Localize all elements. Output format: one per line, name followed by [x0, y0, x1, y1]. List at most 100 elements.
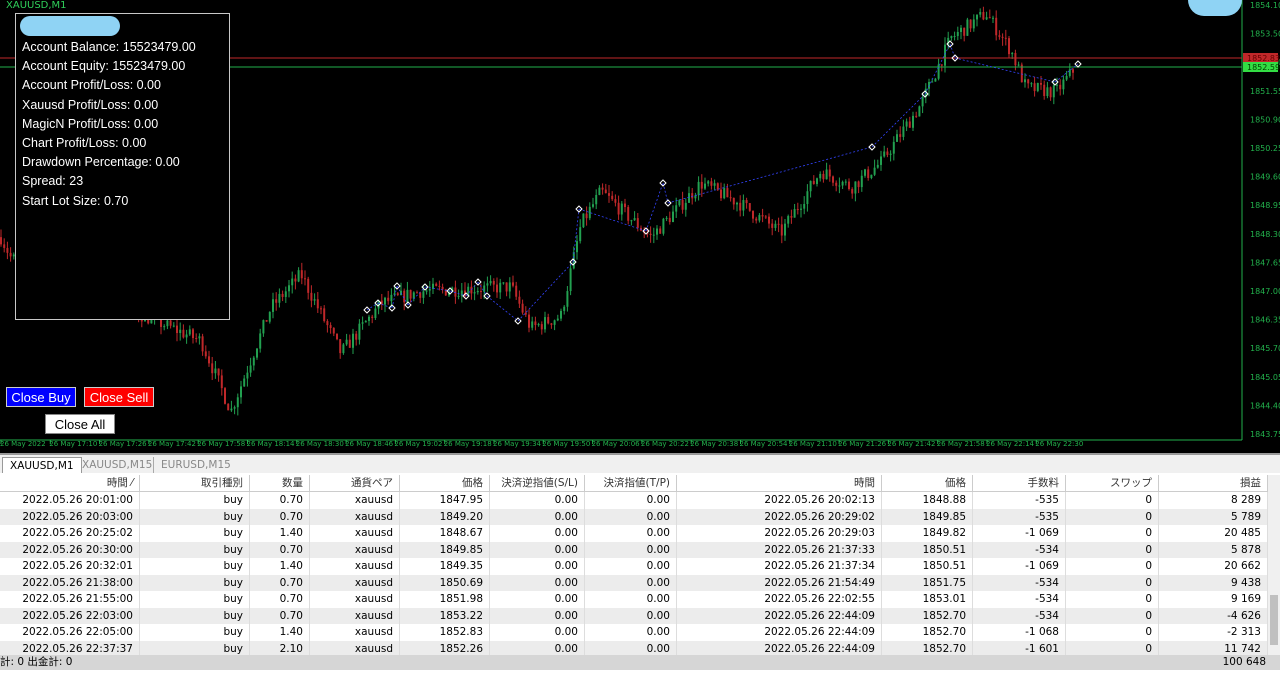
price-tick-label: 1845.70 [1250, 344, 1280, 353]
panel-line: Chart Profit/Loss: 0.00 [22, 136, 147, 150]
candle-body [492, 280, 495, 285]
candle-body [985, 17, 988, 20]
tab-xauusd-m15[interactable]: XAUUSD,M15 [75, 457, 159, 473]
table-cell: 1.40 [250, 558, 310, 575]
candle-body [249, 365, 252, 373]
candle-body [0, 237, 2, 245]
candle-body [166, 320, 169, 327]
table-cell: 0.00 [585, 574, 677, 591]
candle-body [630, 220, 633, 222]
table-cell: 0.00 [490, 525, 585, 542]
table-row[interactable]: 2022.05.26 20:03:00 buy 0.70 xauusd 1849.20 0… [0, 508, 1268, 525]
table-scrollbar[interactable] [1268, 475, 1280, 655]
table-footer: 計: 0 出金計: 0 100 648 [0, 655, 1280, 670]
table-row[interactable]: 2022.05.26 20:25:02 buy 1.40 xauusd 1848.67 0… [0, 525, 1268, 542]
column-header[interactable]: 時間 ⁄ [0, 475, 140, 492]
candle-body [294, 278, 297, 282]
trade-link-line [954, 57, 1056, 83]
candle-body [963, 27, 966, 36]
candle-body [496, 284, 498, 293]
candle-body [652, 234, 655, 236]
column-header[interactable]: 通貨ペア [310, 475, 400, 492]
time-tick-label: 26 May 19:18 [444, 440, 492, 448]
candle-body [326, 321, 329, 326]
candle-body [678, 199, 681, 206]
price-tick-label: 1853.50 [1250, 30, 1280, 39]
table-cell: 0 [1066, 607, 1159, 624]
candle-body [681, 199, 684, 210]
scrollbar-thumb[interactable] [1270, 595, 1278, 645]
column-header[interactable]: 数量 [250, 475, 310, 492]
table-cell: 0.00 [490, 508, 585, 525]
candle-body [176, 325, 178, 333]
table-cell: xauusd [310, 591, 400, 608]
tab-eurusd-m15[interactable]: EURUSD,M15 [153, 457, 238, 473]
table-cell: -2 313 [1159, 624, 1268, 641]
table-header: 時間 ⁄ 取引種別 数量 通貨ペア 価格 決済逆指値(S/L) 決済指値(T/P) 時間 価格手… [0, 475, 1268, 492]
candle-body [355, 333, 358, 340]
time-tick-label: 26 May 21:58 [937, 440, 985, 448]
candle-body [838, 185, 841, 187]
price-chart[interactable]: 1854.101853.501852.201851.551850.901850.… [0, 0, 1280, 453]
table-cell: -534 [973, 607, 1066, 624]
close-buy-button[interactable]: Close Buy [6, 387, 76, 407]
candle-body [489, 280, 492, 284]
table-cell: buy [140, 525, 250, 542]
close-all-button[interactable]: Close All [45, 414, 115, 434]
column-header[interactable]: 損益 [1159, 475, 1268, 492]
candle-body [214, 368, 217, 374]
candle-body [966, 19, 969, 36]
candle-body [688, 193, 690, 203]
table-cell: 1853.01 [882, 591, 973, 608]
trade-link-line [662, 182, 669, 204]
candle-body [243, 378, 246, 387]
close-sell-button[interactable]: Close Sell [84, 387, 154, 407]
candle-body [208, 356, 210, 364]
tab-xauusd-m1[interactable]: XAUUSD,M1 [2, 457, 82, 473]
table-cell: 2022.05.26 22:44:09 [677, 607, 882, 624]
table-row[interactable]: 2022.05.26 20:01:00 buy 0.70 xauusd 1847.95 0… [0, 492, 1268, 509]
table-cell: 0.00 [585, 624, 677, 641]
time-tick-label: 26 May 20:06 [592, 440, 641, 448]
candle-body [633, 218, 636, 221]
column-header[interactable]: 価格 [882, 475, 973, 492]
column-header[interactable]: 価格 [400, 475, 490, 492]
column-header[interactable]: スワップ [1066, 475, 1159, 492]
table-cell: 1851.75 [882, 574, 973, 591]
column-header[interactable]: 決済逆指値(S/L) [490, 475, 585, 492]
table-row[interactable]: 2022.05.26 22:03:00 buy 0.70 xauusd 1853.22 0… [0, 607, 1268, 624]
table-cell: 0 [1066, 508, 1159, 525]
table-row[interactable]: 2022.05.26 22:05:00 buy 1.40 xauusd 1852.83 0… [0, 624, 1268, 641]
candle-body [953, 35, 956, 37]
column-header[interactable]: 決済指値(T/P) [585, 475, 677, 492]
candle-body [755, 218, 758, 221]
time-tick-label: 26 May 19:02 [394, 440, 442, 448]
candle-body [566, 291, 569, 307]
time-tick-label: 26 May 20:22 [641, 440, 689, 448]
candle-body [816, 178, 818, 184]
table-row[interactable]: 2022.05.26 21:38:00 buy 0.70 xauusd 1850.69 0… [0, 574, 1268, 591]
table-cell: 9 169 [1159, 591, 1268, 608]
table-cell: 1.40 [250, 624, 310, 641]
column-header[interactable]: 手数料 [973, 475, 1066, 492]
candle-body [524, 312, 527, 315]
table-cell: 2022.05.26 20:25:02 [0, 525, 140, 542]
candle-body [6, 247, 9, 253]
price-tick-label: 1850.90 [1250, 115, 1280, 124]
candle-body [252, 357, 255, 366]
candle-body [3, 244, 6, 248]
candle-body [761, 215, 764, 217]
panel-line: Account Balance: 15523479.00 [22, 40, 196, 54]
candle-body [364, 320, 367, 323]
table-row[interactable]: 2022.05.26 21:55:00 buy 0.70 xauusd 1851.98 0… [0, 591, 1268, 608]
column-header[interactable]: 取引種別 [140, 475, 250, 492]
candle-body [1062, 79, 1065, 90]
candle-body [307, 278, 310, 293]
table-row[interactable]: 2022.05.26 20:32:01 buy 1.40 xauusd 1849.35 0… [0, 558, 1268, 575]
table-cell: 0.70 [250, 492, 310, 509]
candle-body [812, 180, 815, 184]
table-cell: 2022.05.26 20:29:02 [677, 508, 882, 525]
column-header[interactable]: 時間 [677, 475, 882, 492]
time-tick-label: 26 May 21:42 [887, 440, 935, 448]
table-row[interactable]: 2022.05.26 20:30:00 buy 0.70 xauusd 1849.85 0… [0, 541, 1268, 558]
